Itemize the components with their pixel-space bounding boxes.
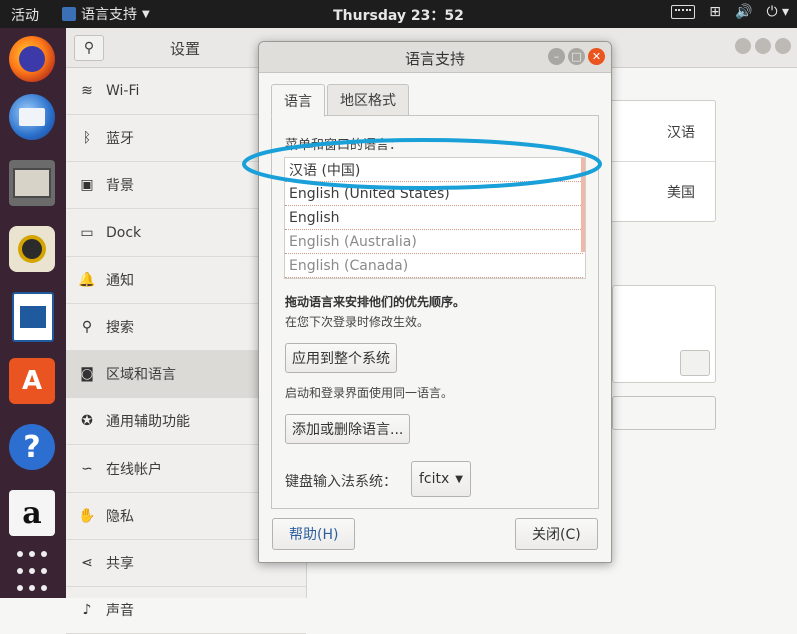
language-tab-panel: 菜单和窗口的语言： English (Canada) English (Austr… — [271, 115, 599, 509]
top-bar: 活动 语言支持 ▼ Thursday 23：52 ⊞ 🔊 ⏻ ▾ — [0, 0, 797, 28]
keyboard-layout-button[interactable] — [680, 350, 710, 376]
sidebar-item-label: 在线帐户 — [106, 461, 162, 478]
sound-icon: ♪ — [82, 602, 92, 619]
chevron-down-icon: ▼ — [455, 473, 463, 485]
system-tray[interactable]: ⊞ 🔊 ⏻ ▾ — [671, 4, 789, 20]
close-icon[interactable]: ✕ — [588, 48, 605, 65]
maximize-icon[interactable]: □ — [568, 48, 585, 65]
writer-icon[interactable] — [12, 292, 54, 342]
amazon-icon[interactable]: a — [9, 490, 55, 536]
sidebar-item-label: Dock — [106, 224, 142, 241]
files-icon[interactable] — [9, 160, 55, 206]
settings-window-controls — [735, 38, 791, 54]
drag-hint: 拖动语言来安排他们的优先顺序。 — [285, 295, 466, 309]
sidebar-item-label: 通知 — [106, 272, 134, 289]
list-item[interactable]: English (Australia) — [285, 230, 583, 254]
software-icon[interactable]: A — [9, 358, 55, 404]
minimize-icon[interactable]: – — [548, 48, 565, 65]
rhythmbox-icon[interactable] — [9, 226, 55, 272]
sidebar-item-label: 共享 — [106, 556, 134, 572]
input-method-value: fcitx — [419, 471, 450, 487]
tab-language[interactable]: 语言 — [271, 84, 325, 117]
online-accounts-icon: ∽ — [81, 460, 93, 477]
apps-grid-icon[interactable] — [9, 548, 55, 594]
keyboard-indicator-icon[interactable] — [671, 5, 696, 19]
search-icon: ⚲ — [81, 319, 93, 335]
list-item[interactable]: English (United States) — [285, 182, 583, 206]
list-item[interactable]: English — [285, 206, 583, 230]
volume-icon[interactable]: 🔊 — [735, 4, 752, 20]
input-method-select[interactable]: fcitx ▼ — [411, 461, 471, 497]
sidebar-item-label: 背景 — [106, 178, 134, 195]
tab-regional-formats[interactable]: 地区格式 — [327, 84, 409, 115]
list-scrollbar[interactable] — [581, 158, 585, 252]
close-button[interactable]: 关闭(C) — [515, 518, 598, 550]
settings-title: 设置 — [170, 40, 201, 58]
app-menu-label: 语言支持 — [81, 7, 137, 23]
firefox-icon[interactable] — [9, 36, 55, 82]
sidebar-item[interactable]: ♪ 声音 — [66, 587, 306, 634]
privacy-icon: ✋ — [78, 507, 96, 524]
maximize-icon[interactable] — [755, 38, 771, 54]
wifi-icon: ≋ — [81, 83, 93, 99]
sidebar-item-label: 通用辅助功能 — [106, 414, 190, 431]
apply-system-wide-button[interactable]: 应用到整个系统 — [285, 343, 397, 373]
dialog-titlebar[interactable]: 语言支持 – □ ✕ — [259, 42, 611, 73]
dialog-tabs: 语言 地区格式 — [271, 84, 411, 117]
settings-search-button[interactable]: ⚲ — [74, 35, 104, 61]
sidebar-item-label: 搜索 — [106, 320, 134, 336]
network-icon[interactable]: ⊞ — [709, 4, 721, 20]
minimize-icon[interactable] — [735, 38, 751, 54]
app-menu[interactable]: 语言支持 ▼ — [62, 4, 150, 24]
list-item[interactable]: 汉语 (中国) — [285, 158, 583, 182]
dock: A ? a — [0, 28, 66, 598]
region-icon: ◙ — [80, 366, 94, 383]
list-item[interactable]: English (Canada) — [285, 254, 583, 278]
search-icon: ⚲ — [83, 40, 95, 56]
share-icon: ⋖ — [81, 555, 93, 571]
background-icon: ▣ — [80, 177, 94, 194]
bluetooth-icon: ᛒ — [82, 130, 92, 147]
thunderbird-icon[interactable] — [9, 94, 55, 140]
language-value[interactable]: 汉语 — [667, 122, 695, 142]
sidebar-item-label: 隐私 — [106, 508, 134, 525]
close-icon[interactable] — [775, 38, 791, 54]
dock-icon: ▭ — [80, 224, 94, 241]
manage-languages-button[interactable] — [612, 396, 716, 430]
sidebar-item-label: 蓝牙 — [106, 131, 134, 148]
language-list[interactable]: English (Canada) English (Australia) Engli… — [284, 157, 586, 279]
sidebar-item-label: 区域和语言 — [106, 367, 176, 384]
power-icon[interactable]: ⏻ ▾ — [766, 4, 789, 20]
menu-language-label: 菜单和窗口的语言： — [285, 138, 403, 153]
add-remove-languages-button[interactable]: 添加或删除语言... — [285, 414, 411, 444]
login-hint: 启动和登录界面使用同一语言。 — [285, 386, 454, 400]
activities-button[interactable]: 活动 — [11, 5, 39, 25]
sidebar-item-label: 声音 — [106, 603, 134, 620]
language-support-dialog: 语言支持 – □ ✕ 语言 地区格式 菜单和窗口的语言： English (Ca… — [258, 41, 612, 563]
help-button[interactable]: 帮助(H) — [272, 518, 356, 550]
accessibility-icon: ✪ — [81, 413, 93, 430]
input-method-label: 键盘输入法系统： — [285, 474, 397, 490]
app-menu-icon — [62, 7, 76, 21]
help-icon[interactable]: ? — [9, 424, 55, 470]
formats-value[interactable]: 美国 — [667, 182, 695, 202]
bell-icon: 🔔 — [78, 271, 96, 288]
dialog-window-controls: – □ ✕ — [548, 48, 605, 65]
chevron-down-icon: ▼ — [142, 8, 150, 20]
sidebar-item-label: Wi-Fi — [106, 83, 140, 99]
effect-hint: 在您下次登录时修改生效。 — [285, 315, 430, 329]
